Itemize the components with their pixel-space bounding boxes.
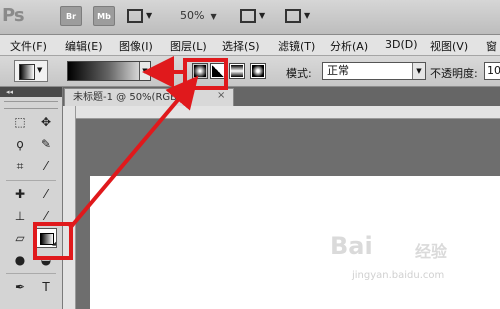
annotation-arrows [68, 56, 199, 230]
arrow-to-gradient-type [68, 75, 199, 230]
